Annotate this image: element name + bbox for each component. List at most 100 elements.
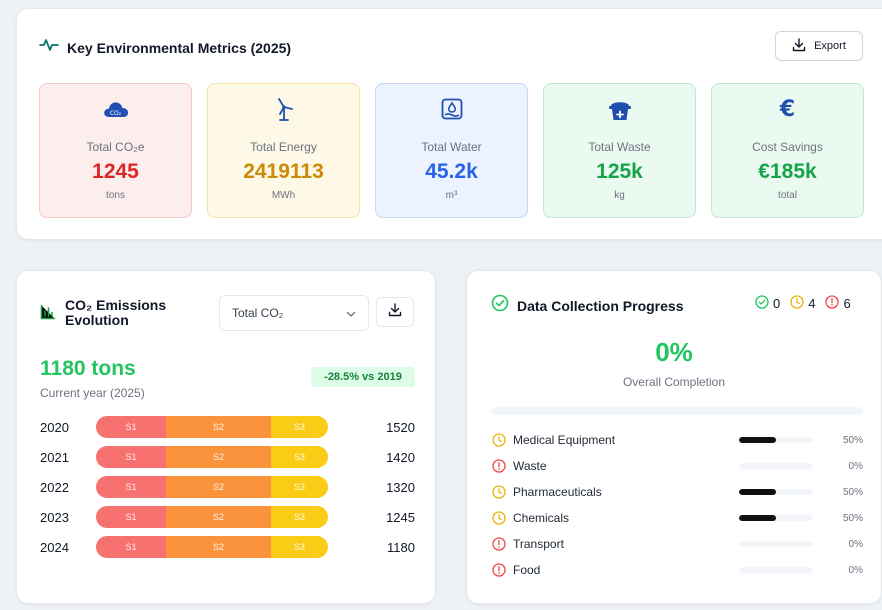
alert-circle-icon <box>491 458 507 474</box>
category-progress-bar <box>739 437 813 443</box>
year-row: 2023 S1 S2 S3 1245 <box>40 506 415 528</box>
co2-title-line2: Evolution <box>65 312 129 328</box>
check-circle-icon <box>491 294 509 317</box>
year-total: 1320 <box>386 479 415 495</box>
year-total: 1245 <box>386 509 415 525</box>
metric-label: Total Energy <box>250 140 317 154</box>
change-badge: -28.5% vs 2019 <box>311 367 415 387</box>
year-label: 2021 <box>40 449 69 465</box>
metric-unit: m³ <box>445 190 458 201</box>
export-button[interactable]: Export <box>775 31 863 61</box>
category-row: Pharmaceuticals 50% <box>491 483 863 501</box>
euro-icon: € <box>779 96 796 122</box>
year-total: 1520 <box>386 419 415 435</box>
activity-icon <box>39 37 59 58</box>
category-percent: 50% <box>842 512 863 524</box>
category-percent: 0% <box>848 564 863 576</box>
metric-value: 125k <box>596 160 643 183</box>
category-row: Food 0% <box>491 561 863 579</box>
svg-text:CO₂: CO₂ <box>109 110 121 117</box>
metric-cost-savings: € Cost Savings €185k total <box>711 83 864 218</box>
metric-value: 2419113 <box>243 160 324 183</box>
water-icon <box>376 96 527 122</box>
scope2-segment: S2 <box>166 476 271 498</box>
category-row: Medical Equipment 50% <box>491 431 863 449</box>
scope3-segment: S3 <box>271 476 328 498</box>
data-collection-card: Data Collection Progress 0 4 6 0% Overal… <box>466 270 882 604</box>
metrics-header: Key Environmental Metrics (2025) <box>39 37 291 58</box>
category-progress-bar <box>739 489 813 495</box>
partial-count: 4 <box>790 295 815 312</box>
category-progress-fill <box>739 489 776 495</box>
key-metrics-card: Key Environmental Metrics (2025) Export … <box>16 8 882 240</box>
partial-count-value: 4 <box>808 296 816 311</box>
progress-header: Data Collection Progress <box>491 294 684 317</box>
category-percent: 0% <box>848 538 863 550</box>
metrics-title: Key Environmental Metrics (2025) <box>67 39 292 56</box>
current-emissions-value: 1180 tons <box>40 357 136 380</box>
category-progress-fill <box>739 515 776 521</box>
metric-total-co2: CO₂ Total CO₂e 1245 tons <box>39 83 192 218</box>
year-total: 1420 <box>386 449 415 465</box>
scope2-segment: S2 <box>166 536 271 558</box>
category-name: Medical Equipment <box>513 433 616 447</box>
alert-circle-icon <box>491 536 507 552</box>
metric-unit: total <box>778 190 797 201</box>
year-label: 2020 <box>40 419 69 435</box>
complete-count-value: 0 <box>773 296 781 311</box>
year-row: 2020 S1 S2 S3 1520 <box>40 416 415 438</box>
export-label: Export <box>814 40 846 52</box>
metric-total-energy: Total Energy 2419113 MWh <box>207 83 360 218</box>
category-name: Waste <box>513 459 547 473</box>
emission-scope-select[interactable]: Total CO₂ <box>219 295 369 331</box>
current-year-label: Current year (2025) <box>40 386 145 400</box>
category-name: Food <box>513 563 541 577</box>
waste-bin-icon <box>544 96 695 122</box>
year-row: 2024 S1 S2 S3 1180 <box>40 536 415 558</box>
category-name: Transport <box>513 537 564 551</box>
metric-label: Cost Savings <box>752 140 823 154</box>
category-percent: 0% <box>848 460 863 472</box>
scope3-segment: S3 <box>271 536 328 558</box>
bar-chart-icon <box>40 304 56 325</box>
alert-circle-icon <box>491 562 507 578</box>
select-value: Total CO₂ <box>232 306 284 320</box>
overall-completion-label: Overall Completion <box>622 375 726 389</box>
metric-total-waste: Total Waste 125k kg <box>543 83 696 218</box>
year-label: 2024 <box>40 539 69 555</box>
scope2-segment: S2 <box>166 416 271 438</box>
category-progress-bar <box>739 463 813 469</box>
scope2-segment: S2 <box>166 506 271 528</box>
wind-turbine-icon <box>208 96 359 122</box>
scope2-segment: S2 <box>166 446 271 468</box>
clock-icon <box>491 484 507 500</box>
category-name: Pharmaceuticals <box>513 485 602 499</box>
clock-icon <box>491 432 507 448</box>
year-label: 2023 <box>40 509 69 525</box>
scope-bar: S1 S2 S3 <box>96 536 328 558</box>
metric-value: 1245 <box>92 160 139 183</box>
category-progress-fill <box>739 437 776 443</box>
metric-unit: MWh <box>271 190 296 201</box>
overall-progress-bar <box>491 407 863 415</box>
scope-bar: S1 S2 S3 <box>96 476 328 498</box>
year-total: 1180 <box>387 539 415 555</box>
category-progress-bar <box>739 541 813 547</box>
clock-icon <box>491 510 507 526</box>
co2-emissions-card: CO₂ Emissions Evolution Total CO₂ 1180 t… <box>16 270 436 604</box>
alert-circle-icon <box>825 295 840 312</box>
year-row: 2022 S1 S2 S3 1320 <box>40 476 415 498</box>
scope3-segment: S3 <box>271 416 328 438</box>
category-percent: 50% <box>842 434 863 446</box>
status-counts: 0 4 6 <box>755 295 851 312</box>
metric-value: 45.2k <box>425 160 478 183</box>
scope1-segment: S1 <box>96 536 166 558</box>
category-percent: 50% <box>842 486 863 498</box>
chevron-down-icon <box>346 306 356 320</box>
scope1-segment: S1 <box>96 446 166 468</box>
metric-label: Total Waste <box>588 140 651 154</box>
category-name: Chemicals <box>513 511 570 525</box>
scope3-segment: S3 <box>271 506 328 528</box>
clock-icon <box>790 295 804 312</box>
download-chart-button[interactable] <box>376 297 414 327</box>
